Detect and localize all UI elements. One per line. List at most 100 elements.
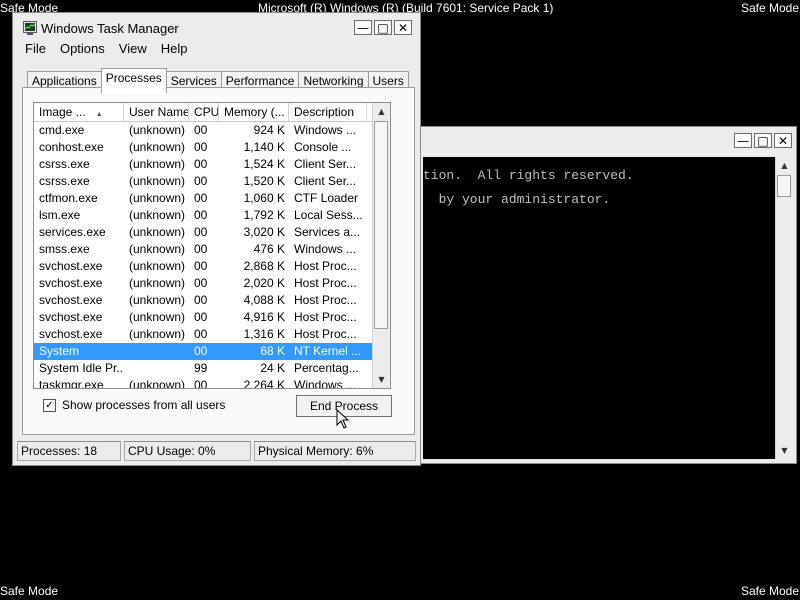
menu-file[interactable]: File — [25, 41, 46, 56]
tab-processes[interactable]: Processes — [100, 68, 167, 93]
process-cpu: 00 — [194, 344, 208, 358]
process-row[interactable]: csrss.exe (unknown) 00 1,520 K Client Ser... — [34, 173, 390, 190]
process-row[interactable]: lsm.exe (unknown) 00 1,792 K Local Sess... — [34, 207, 390, 224]
process-row[interactable]: svchost.exe (unknown) 00 2,020 K Host Proc..… — [34, 275, 390, 292]
process-row[interactable]: taskmgr.exe (unknown) 00 2,264 K Windows ... — [34, 377, 390, 389]
minimize-icon[interactable]: — — [734, 133, 752, 148]
process-image-name: ctfmon.exe — [39, 191, 98, 205]
minimize-icon[interactable]: — — [354, 20, 372, 35]
console-output[interactable]: tion. All rights reserved. by your admin… — [423, 157, 775, 459]
process-row[interactable]: conhost.exe (unknown) 00 1,140 K Console ... — [34, 139, 390, 156]
process-row[interactable]: svchost.exe (unknown) 00 2,868 K Host Proc..… — [34, 258, 390, 275]
column-cpu[interactable]: CPU — [189, 103, 219, 121]
process-cpu: 00 — [194, 123, 208, 137]
process-memory: 1,520 K — [243, 174, 285, 188]
column-memory[interactable]: Memory (... — [219, 103, 289, 121]
column-description[interactable]: Description — [289, 103, 367, 121]
process-row[interactable]: svchost.exe (unknown) 00 1,316 K Host Proc..… — [34, 326, 390, 343]
process-image-name: System — [39, 344, 80, 358]
safe-mode-label-top-right: Safe Mode — [740, 1, 799, 15]
show-all-processes-checkbox[interactable]: ✓ Show processes from all users — [43, 398, 225, 412]
process-row[interactable]: cmd.exe (unknown) 00 924 K Windows ... — [34, 122, 390, 139]
process-row[interactable]: ctfmon.exe (unknown) 00 1,060 K CTF Loader — [34, 190, 390, 207]
process-user-name: (unknown) — [129, 327, 186, 341]
process-row[interactable]: System 00 68 K NT Kernel ... — [34, 343, 390, 360]
process-user-name: (unknown) — [129, 276, 186, 290]
column-image-name[interactable]: Image ... ▲ — [34, 103, 124, 121]
checkbox-checked-icon[interactable]: ✓ — [43, 398, 56, 412]
process-user-name: (unknown) — [129, 157, 186, 171]
process-row[interactable]: services.exe (unknown) 00 3,020 K Services a… — [34, 224, 390, 241]
process-cpu: 00 — [194, 310, 208, 324]
scroll-down-icon[interactable]: ▼ — [776, 442, 793, 459]
mouse-pointer-icon — [336, 409, 350, 429]
console-line-1: tion. All rights reserved. — [423, 168, 634, 183]
process-description: Client Ser... — [294, 174, 357, 188]
process-user-name — [124, 360, 189, 377]
process-row[interactable]: csrss.exe (unknown) 00 1,524 K Client Ser... — [34, 156, 390, 173]
process-image-name: System Idle Pr... — [39, 361, 124, 375]
column-user-name[interactable]: User Name — [124, 103, 189, 121]
process-memory: 3,020 K — [243, 225, 285, 239]
process-list-scrollbar[interactable]: ▲ ▼ — [372, 103, 390, 388]
process-memory: 4,916 K — [243, 310, 285, 324]
process-user-name: (unknown) — [129, 310, 186, 324]
process-user-name: (unknown) — [129, 225, 186, 239]
status-bar: Processes: 18 CPU Usage: 0% Physical Mem… — [17, 441, 416, 461]
process-description: Host Proc... — [294, 327, 357, 341]
process-image-name: svchost.exe — [39, 310, 103, 324]
process-cpu: 00 — [194, 157, 208, 171]
menu-options[interactable]: Options — [60, 41, 105, 56]
process-cpu: 00 — [194, 174, 208, 188]
process-description: Host Proc... — [294, 259, 357, 273]
scroll-down-icon[interactable]: ▼ — [373, 371, 390, 388]
process-cpu: 00 — [194, 191, 208, 205]
process-cpu: 00 — [194, 378, 208, 389]
command-prompt-window[interactable]: — □ ✕ tion. All rights reserved. by your… — [419, 126, 797, 464]
process-image-name: svchost.exe — [39, 276, 103, 290]
process-description: Windows ... — [294, 123, 357, 137]
process-row[interactable]: System Idle Pr... 99 24 K Percentag... — [34, 360, 390, 377]
process-user-name: (unknown) — [129, 140, 186, 154]
process-cpu: 00 — [194, 225, 208, 239]
process-memory: 476 K — [253, 242, 285, 256]
scroll-up-icon[interactable]: ▲ — [776, 157, 793, 174]
process-list[interactable]: Image ... ▲ User Name CPU Memory (... Des… — [33, 102, 391, 389]
maximize-icon[interactable]: □ — [754, 133, 772, 148]
process-memory: 4,088 K — [243, 293, 285, 307]
process-memory: 924 K — [253, 123, 285, 137]
process-memory: 1,140 K — [243, 140, 285, 154]
process-cpu: 00 — [194, 293, 208, 307]
process-list-header: Image ... ▲ User Name CPU Memory (... Des… — [34, 103, 390, 122]
process-image-name: csrss.exe — [39, 157, 90, 171]
process-row[interactable]: svchost.exe (unknown) 00 4,088 K Host Proc..… — [34, 292, 390, 309]
process-description: Local Sess... — [294, 208, 363, 222]
process-cpu: 00 — [194, 259, 208, 273]
process-row[interactable]: smss.exe (unknown) 00 476 K Windows ... — [34, 241, 390, 258]
close-icon[interactable]: ✕ — [774, 133, 792, 148]
process-memory: 1,316 K — [243, 327, 285, 341]
process-description: Host Proc... — [294, 293, 357, 307]
safe-mode-label-bottom-right: Safe Mode — [740, 584, 799, 598]
process-description: Services a... — [294, 225, 361, 239]
process-image-name: services.exe — [39, 225, 106, 239]
close-icon[interactable]: ✕ — [394, 20, 412, 35]
process-row[interactable]: svchost.exe (unknown) 00 4,916 K Host Proc..… — [34, 309, 390, 326]
console-line-2: by your administrator. — [423, 192, 611, 207]
safe-mode-label-bottom-left: Safe Mode — [0, 584, 59, 598]
scroll-up-icon[interactable]: ▲ — [373, 103, 390, 120]
process-image-name: conhost.exe — [39, 140, 104, 154]
menu-help[interactable]: Help — [161, 41, 188, 56]
process-memory: 1,524 K — [243, 157, 285, 171]
task-manager-app-icon — [23, 21, 37, 35]
process-list-scroll-thumb[interactable] — [374, 121, 388, 329]
maximize-icon[interactable]: □ — [374, 20, 392, 35]
process-image-name: svchost.exe — [39, 293, 103, 307]
process-user-name: (unknown) — [129, 123, 186, 137]
console-scroll-thumb[interactable] — [777, 175, 791, 197]
task-manager-window[interactable]: Windows Task Manager — □ ✕ File Options … — [12, 12, 421, 466]
menu-view[interactable]: View — [119, 41, 147, 56]
process-cpu: 99 — [194, 361, 208, 375]
process-cpu: 00 — [194, 140, 208, 154]
console-scrollbar[interactable]: ▲ ▼ — [775, 157, 793, 459]
